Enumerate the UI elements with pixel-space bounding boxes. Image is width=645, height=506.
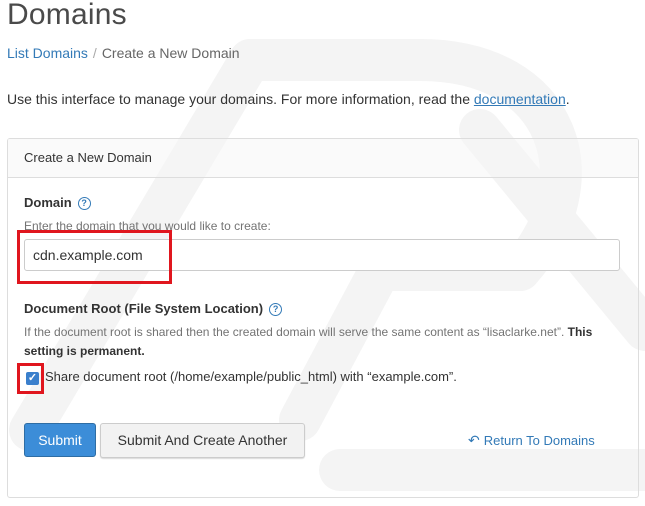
documentation-link[interactable]: documentation	[474, 91, 566, 107]
page-title: Domains	[7, 0, 127, 31]
help-icon[interactable]: ?	[269, 303, 283, 316]
intro-period: .	[565, 91, 570, 107]
docroot-description-text: If the document root is shared then the …	[24, 325, 565, 339]
breadcrumb-list-domains-link[interactable]: List Domains	[7, 45, 88, 61]
domain-label: Domain	[24, 195, 72, 210]
docroot-description: If the document root is shared then the …	[24, 323, 624, 361]
domain-input[interactable]	[24, 239, 620, 271]
share-docroot-label[interactable]: Share document root (/home/example/publi…	[45, 369, 457, 384]
docroot-label: Document Root (File System Location)	[24, 301, 264, 316]
domain-hint: Enter the domain that you would like to …	[24, 219, 271, 233]
breadcrumb-current: Create a New Domain	[101, 45, 240, 61]
intro-sentence: Use this interface to manage your domain…	[7, 91, 474, 107]
docroot-label-row: Document Root (File System Location)?	[24, 301, 283, 316]
create-domain-panel: Create a New Domain Domain? Enter the do…	[7, 138, 639, 498]
submit-button[interactable]: Submit	[24, 423, 96, 457]
check-icon: ✓	[27, 372, 38, 384]
return-to-domains-link[interactable]: ↶ Return To Domains	[468, 432, 595, 449]
return-arrow-icon: ↶	[468, 432, 480, 448]
share-docroot-checkbox[interactable]: ✓	[26, 372, 39, 385]
panel-title: Create a New Domain	[8, 139, 638, 178]
help-icon[interactable]: ?	[77, 197, 91, 210]
return-to-domains-label[interactable]: Return To Domains	[484, 433, 595, 448]
breadcrumb: List Domains / Create a New Domain	[7, 45, 240, 61]
domain-label-row: Domain?	[24, 195, 91, 210]
breadcrumb-separator: /	[92, 45, 97, 61]
intro-text: Use this interface to manage your domain…	[7, 91, 570, 107]
submit-and-create-another-button[interactable]: Submit And Create Another	[100, 423, 305, 458]
